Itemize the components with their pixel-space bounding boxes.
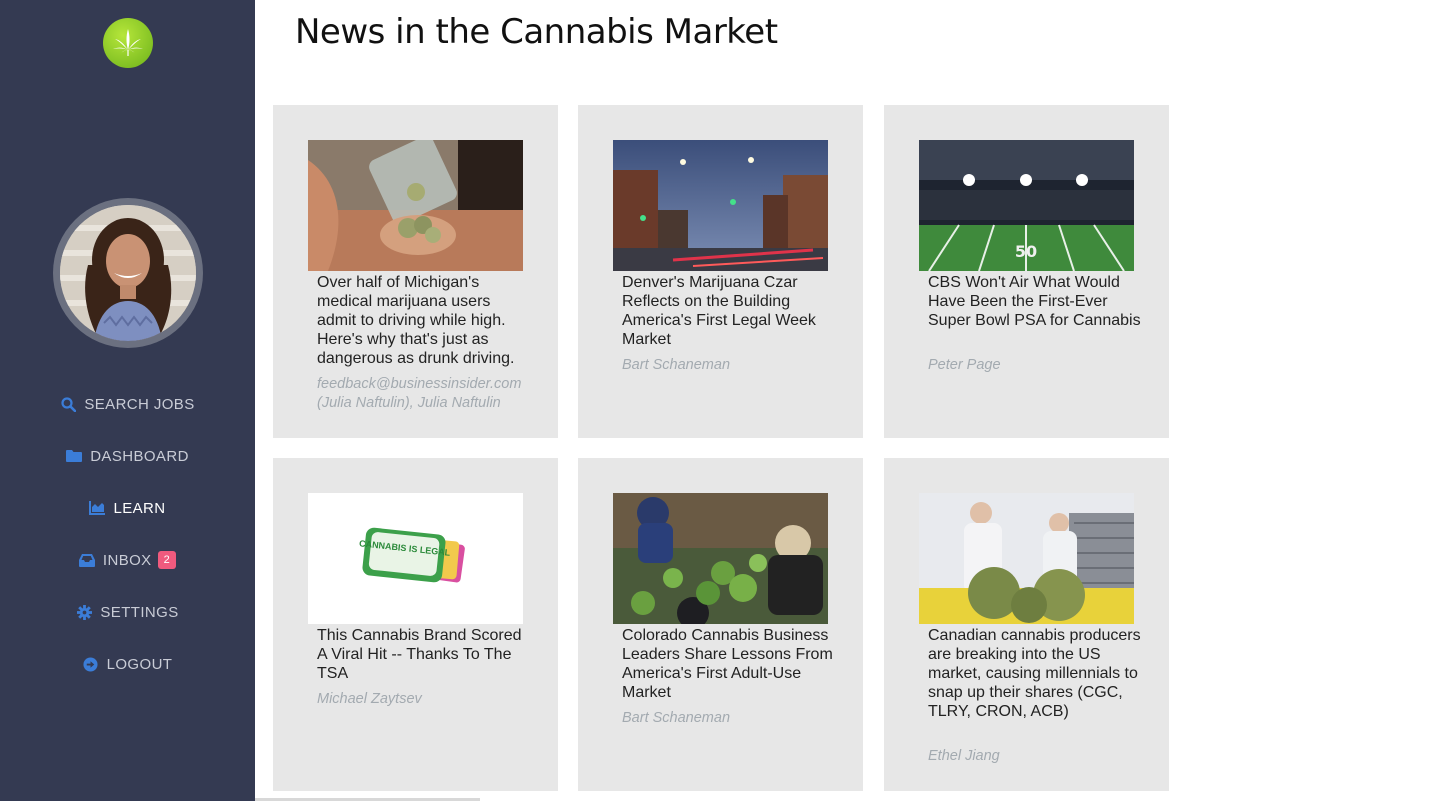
svg-text:50: 50 <box>1015 242 1037 261</box>
sidebar-item-label: SEARCH JOBS <box>84 395 195 413</box>
article-author: Ethel Jiang <box>928 748 1000 764</box>
folder-icon <box>66 448 83 464</box>
sidebar-item-label: DASHBOARD <box>90 447 189 465</box>
article-image[interactable] <box>919 493 1134 624</box>
article-author: Peter Page <box>928 357 1001 373</box>
sidebar: SEARCH JOBS DASHBOARD LEARN INBOX 2 SETT… <box>0 0 255 801</box>
cannabis-leaf-icon[interactable] <box>103 18 153 68</box>
inbox-count-badge: 2 <box>157 551 177 569</box>
article-title[interactable]: Denver's Marijuana Czar Reflects on the … <box>622 273 837 349</box>
article-card[interactable]: 50 CBS Won't Air What Would Have Been th… <box>884 105 1169 438</box>
search-icon <box>60 396 76 412</box>
avatar-photo <box>60 205 196 341</box>
article-image[interactable]: 50 <box>919 140 1134 271</box>
logout-icon <box>83 656 99 672</box>
article-author: Bart Schaneman <box>622 357 731 373</box>
article-title[interactable]: Over half of Michigan's medical marijuan… <box>317 273 532 368</box>
sidebar-item-logout[interactable]: LOGOUT <box>0 638 255 690</box>
chart-icon <box>89 500 106 516</box>
article-title[interactable]: Canadian cannabis producers are breaking… <box>928 626 1143 721</box>
sidebar-item-dashboard[interactable]: DASHBOARD <box>0 430 255 482</box>
sidebar-item-settings[interactable]: SETTINGS <box>0 586 255 638</box>
article-title[interactable]: Colorado Cannabis Business Leaders Share… <box>622 626 837 702</box>
article-author: Bart Schaneman <box>622 710 731 726</box>
sidebar-item-search-jobs[interactable]: SEARCH JOBS <box>0 378 255 430</box>
article-card[interactable]: Over half of Michigan's medical marijuan… <box>273 105 558 438</box>
main-content: News in the Cannabis Market Over half of… <box>255 0 1440 801</box>
avatar[interactable] <box>53 198 203 348</box>
sidebar-item-learn[interactable]: LEARN <box>0 482 255 534</box>
article-title[interactable]: This Cannabis Brand Scored A Viral Hit -… <box>317 626 532 683</box>
sidebar-item-label: INBOX <box>102 551 152 569</box>
article-image[interactable] <box>613 493 828 624</box>
inbox-icon <box>78 552 95 568</box>
article-card[interactable]: Colorado Cannabis Business Leaders Share… <box>578 458 863 791</box>
sidebar-nav: SEARCH JOBS DASHBOARD LEARN INBOX 2 SETT… <box>0 378 255 690</box>
article-card[interactable]: Canadian cannabis producers are breaking… <box>884 458 1169 791</box>
article-image[interactable] <box>613 140 828 271</box>
article-author: Michael Zaytsev <box>317 691 422 707</box>
sidebar-item-label: LOGOUT <box>106 655 173 673</box>
page-title: News in the Cannabis Market <box>295 12 778 52</box>
sidebar-item-label: SETTINGS <box>100 603 179 621</box>
sidebar-item-label: LEARN <box>113 499 166 517</box>
article-image[interactable]: CANNABIS IS LEGAL <box>308 493 523 624</box>
sidebar-item-inbox[interactable]: INBOX 2 <box>0 534 255 586</box>
article-card[interactable]: CANNABIS IS LEGAL This Cannabis Brand Sc… <box>273 458 558 791</box>
article-card[interactable]: Denver's Marijuana Czar Reflects on the … <box>578 105 863 438</box>
article-title[interactable]: CBS Won't Air What Would Have Been the F… <box>928 273 1143 330</box>
article-image[interactable] <box>308 140 523 271</box>
article-author: feedback@businessinsider.com (Julia Naft… <box>317 376 522 411</box>
gear-icon <box>76 604 92 620</box>
